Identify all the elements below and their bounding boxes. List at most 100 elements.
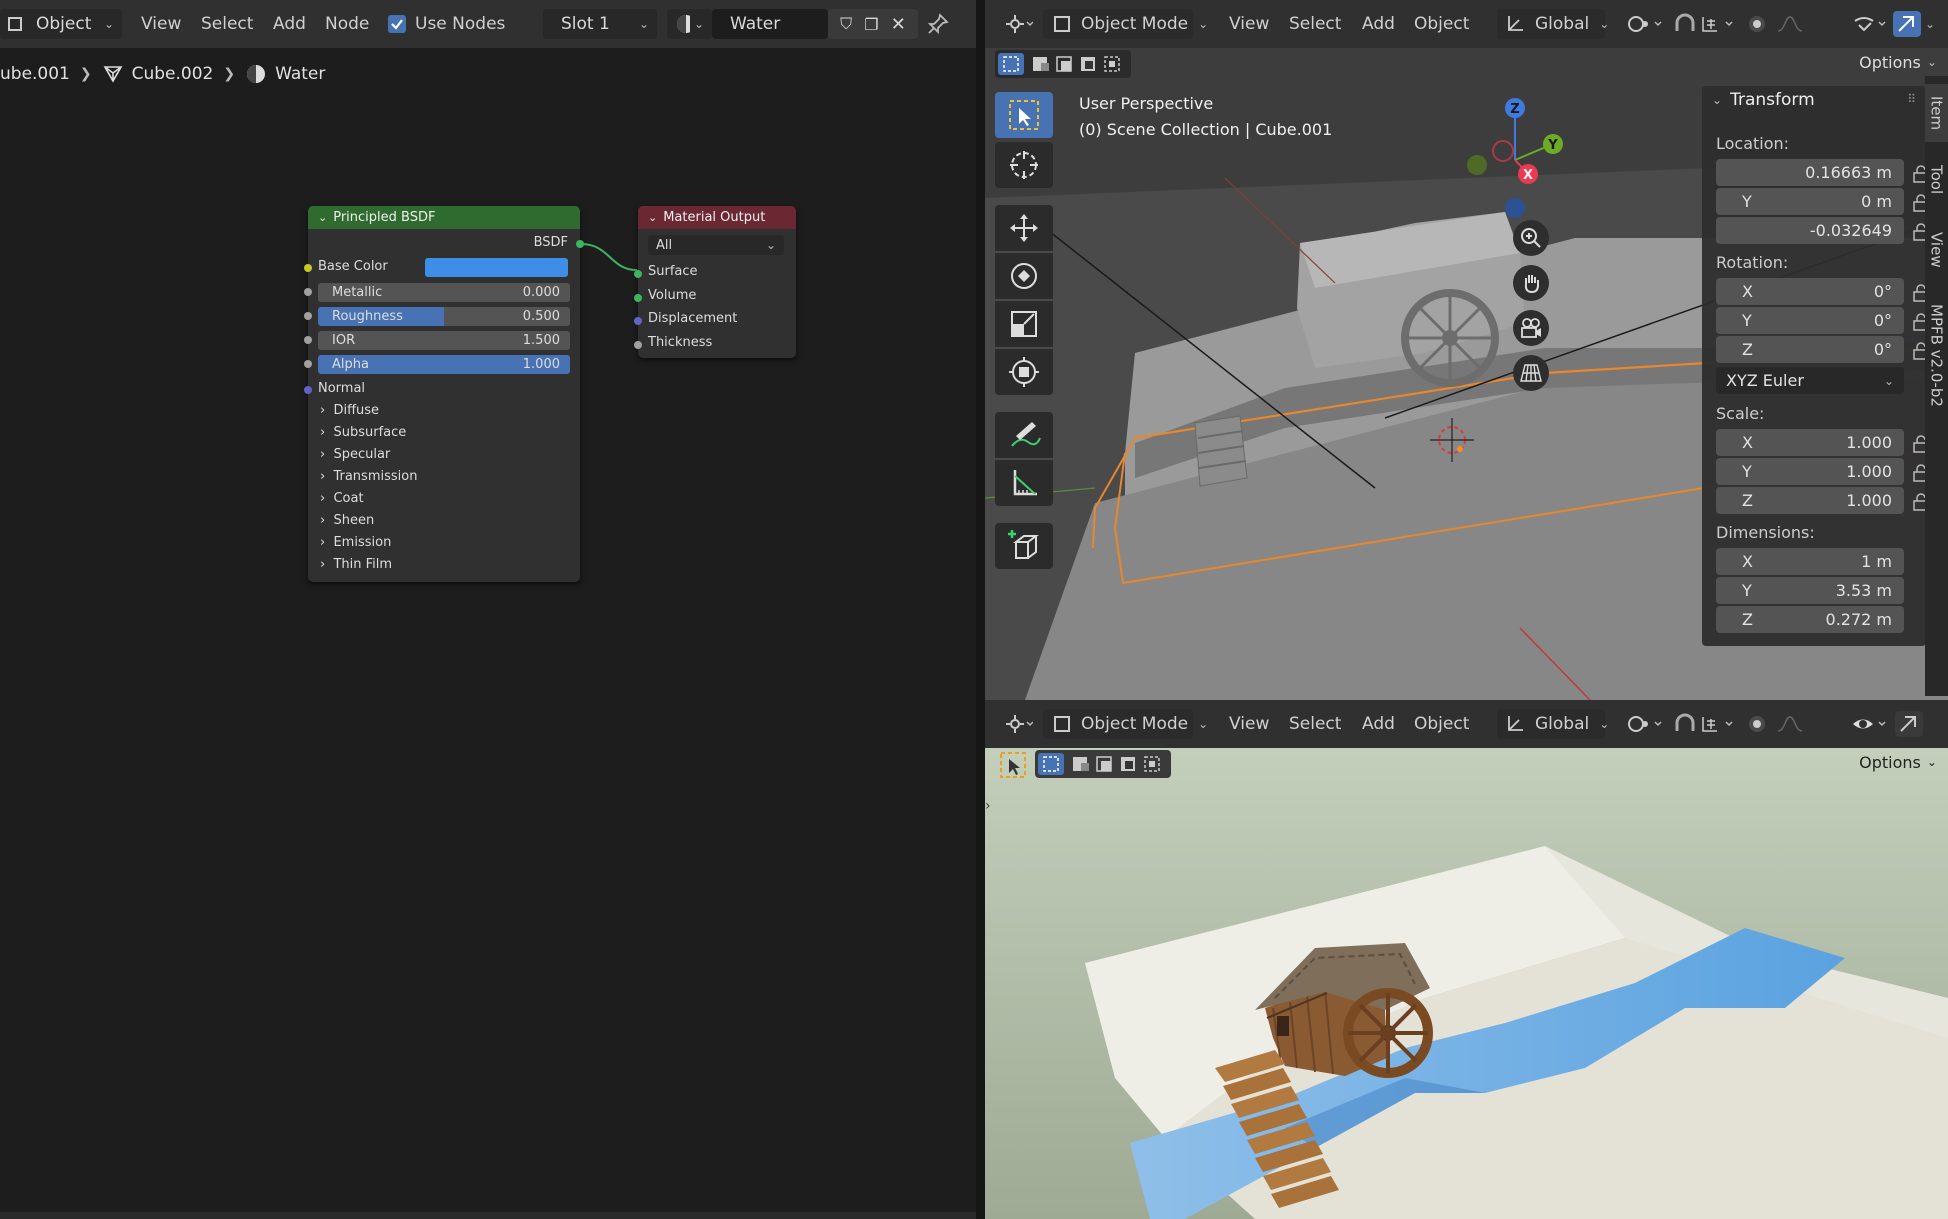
annotate-tool[interactable] [995,412,1053,458]
select-tool-button[interactable] [995,750,1031,780]
add-cube-tool[interactable] [995,523,1053,569]
metallic-socket[interactable] [304,288,312,296]
pan-hand-icon[interactable] [1513,265,1549,301]
move-tool[interactable] [995,205,1053,251]
measure-tool[interactable] [995,460,1053,506]
snap-icon[interactable] [1673,0,1699,48]
gizmo-neg-y[interactable] [1467,155,1487,175]
roughness-slider[interactable]: Roughness 0.500 [318,307,570,326]
panel-diffuse[interactable]: › Diffuse [320,403,379,418]
select-box-tool[interactable] [995,92,1053,138]
ior-slider[interactable]: IOR 1.500 [318,331,570,350]
zoom-icon[interactable] [1513,220,1549,256]
snap-grid-icon[interactable] [1700,700,1740,748]
displacement-socket[interactable] [634,317,642,325]
location-y-field[interactable]: Y 0 m [1716,188,1904,215]
gizmo-toggle-icon[interactable] [1893,0,1921,48]
options-button[interactable]: Options ⌄ [1853,748,1943,776]
panel-specular[interactable]: › Specular [320,447,390,462]
panel-thin-film[interactable]: › Thin Film [320,557,392,572]
alpha-slider[interactable]: Alpha 1.000 [318,355,570,374]
transform-panel-header[interactable]: ⌄ Transform [1712,90,1815,110]
falloff-icon[interactable] [1775,0,1805,48]
pivot-icon[interactable] [1625,700,1665,748]
gizmo-neg-x[interactable] [1492,140,1514,162]
drag-handle-icon[interactable]: ⠿ [1907,92,1916,106]
navigation-gizmo[interactable]: Z Y X [1455,90,1605,220]
dimensions-x-field[interactable]: X 1 m [1716,548,1904,575]
menu-view[interactable]: View [1229,700,1269,748]
surface-socket[interactable] [634,270,642,278]
sidebar-tab-tool[interactable]: Tool [1925,150,1948,210]
base-color-socket[interactable] [304,264,312,272]
panel-subsurface[interactable]: › Subsurface [320,425,406,440]
ior-socket[interactable] [304,336,312,344]
location-z-field[interactable]: -0.032649 [1716,217,1904,244]
principled-bsdf-node[interactable]: ⌄ Principled BSDF BSDF Base Color Metall… [304,206,584,582]
volume-socket[interactable] [634,294,642,302]
chevron-down-icon[interactable]: ⌄ [1925,0,1935,48]
target-dropdown[interactable]: All ⌄ [648,235,784,255]
menu-object[interactable]: Object [1414,0,1469,48]
scale-y-field[interactable]: Y 1.000 [1716,458,1904,485]
area-divider[interactable] [976,0,985,1219]
editor-type-button[interactable] [1003,700,1033,748]
location-x-field[interactable]: 0.16663 m [1716,159,1904,186]
menu-select[interactable]: Select [1289,0,1341,48]
dimensions-y-field[interactable]: Y 3.53 m [1716,577,1904,604]
rotate-tool[interactable] [995,253,1053,299]
rotation-z-field[interactable]: Z 0° [1716,336,1904,363]
panel-coat[interactable]: › Coat [320,491,364,506]
panel-emission[interactable]: › Emission [320,535,391,550]
alpha-socket[interactable] [304,360,312,368]
pivot-icon[interactable] [1625,0,1665,48]
normal-socket[interactable] [304,386,312,394]
menu-add[interactable]: Add [1362,700,1395,748]
base-color-swatch[interactable] [425,258,568,277]
sidebar-tab-mpfb[interactable]: MPFB v2.0-b2 [1925,290,1948,420]
perspective-grid-icon[interactable] [1513,355,1549,391]
gizmo-toggle-icon[interactable] [1895,700,1923,748]
scale-z-field[interactable]: Z 1.000 [1716,487,1904,514]
material-output-node[interactable]: ⌄ Material Output All ⌄ Surface Volume D… [634,206,796,358]
options-button[interactable]: Options ⌄ [1853,48,1943,76]
eye-visibility-icon[interactable] [1851,700,1891,748]
falloff-icon[interactable] [1775,700,1805,748]
sidebar-tab-item[interactable]: Item [1925,84,1948,142]
rotation-y-field[interactable]: Y 0° [1716,307,1904,334]
sidebar-tab-view[interactable]: View [1925,218,1948,282]
bsdf-output-socket[interactable] [576,240,584,248]
proportional-edit-icon[interactable] [1745,0,1771,48]
menu-add[interactable]: Add [1362,0,1395,48]
rotation-x-field[interactable]: X 0° [1716,278,1904,305]
roughness-socket[interactable] [304,312,312,320]
panel-sheen[interactable]: › Sheen [320,513,374,528]
gizmo-neg-z[interactable] [1505,198,1525,218]
scale-tool[interactable] [995,301,1053,347]
metallic-slider[interactable]: Metallic 0.000 [318,283,570,302]
cursor-tool[interactable] [995,142,1053,188]
menu-select[interactable]: Select [1289,700,1341,748]
node-title-bar[interactable]: ⌄ Principled BSDF [308,206,580,229]
node-title-bar[interactable]: ⌄ Material Output [638,206,796,229]
snap-grid-icon[interactable] [1700,0,1740,48]
dimensions-z-field[interactable]: Z 0.272 m [1716,606,1904,633]
location-y-value: 0 m [1861,192,1892,211]
toolbar-expand-icon[interactable]: › [985,798,991,814]
camera-icon[interactable] [1513,310,1549,346]
transform-tool[interactable] [995,349,1053,395]
proportional-edit-icon[interactable] [1745,700,1771,748]
panel-transmission[interactable]: › Transmission [320,469,417,484]
editor-type-button[interactable] [1003,0,1033,48]
menu-view[interactable]: View [1229,0,1269,48]
visibility-icon[interactable] [1851,0,1891,48]
chevron-down-icon: ⌄ [1198,717,1209,731]
rotation-mode-dropdown[interactable]: XYZ Euler ⌄ [1716,367,1904,394]
menu-object[interactable]: Object [1414,700,1469,748]
thickness-socket[interactable] [634,341,642,349]
viewport-rendered[interactable]: Options ⌄ › [985,748,1948,1219]
horizontal-scrollbar[interactable] [0,1212,976,1219]
snap-icon[interactable] [1673,700,1699,748]
scale-x-field[interactable]: X 1.000 [1716,429,1904,456]
transform-orientation-icon [1508,716,1523,731]
